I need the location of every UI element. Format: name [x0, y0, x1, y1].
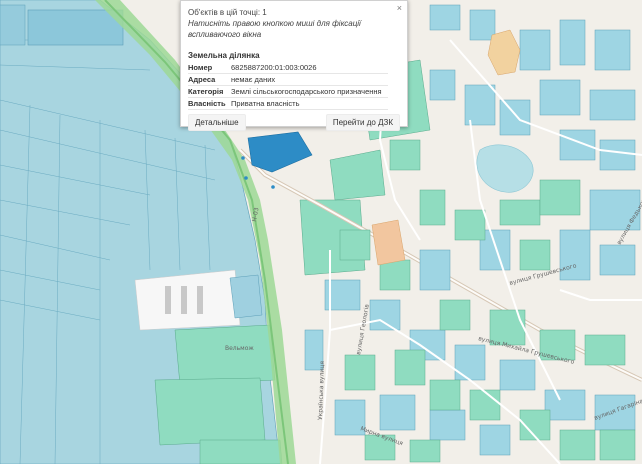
row-value: Приватна власність: [231, 97, 388, 110]
place-label: Вельмож: [225, 345, 254, 352]
parcel-info-popup: × Об'єктів в цій точці: 1 Натисніть прав…: [180, 0, 408, 131]
row-key: Номер: [188, 62, 231, 74]
objects-count: Об'єктів в цій точці: 1: [188, 8, 267, 17]
row-value: Землі сільськогосподарського призначення: [231, 85, 388, 98]
table-row: Категорія Землі сільськогосподарського п…: [188, 85, 388, 98]
row-key: Власність: [188, 97, 231, 110]
parcel-info-table: Номер 6825887200:01:003:0026 Адреса нема…: [188, 62, 388, 110]
close-icon[interactable]: ×: [397, 3, 402, 13]
row-value: немає даних: [231, 73, 388, 86]
popup-hint: Натисніть правою кнопкою миші для фіксац…: [188, 19, 361, 39]
details-button[interactable]: Детальніше: [188, 114, 246, 131]
row-value: 6825887200:01:003:0026: [231, 62, 388, 74]
table-row: Адреса немає даних: [188, 73, 388, 86]
row-key: Категорія: [188, 85, 231, 98]
goto-dzk-button[interactable]: Перейти до ДЗК: [325, 114, 400, 131]
table-row: Номер 6825887200:01:003:0026: [188, 62, 388, 74]
table-row: Власність Приватна власність: [188, 97, 388, 110]
row-key: Адреса: [188, 73, 231, 86]
section-title: Земельна ділянка: [188, 51, 260, 60]
